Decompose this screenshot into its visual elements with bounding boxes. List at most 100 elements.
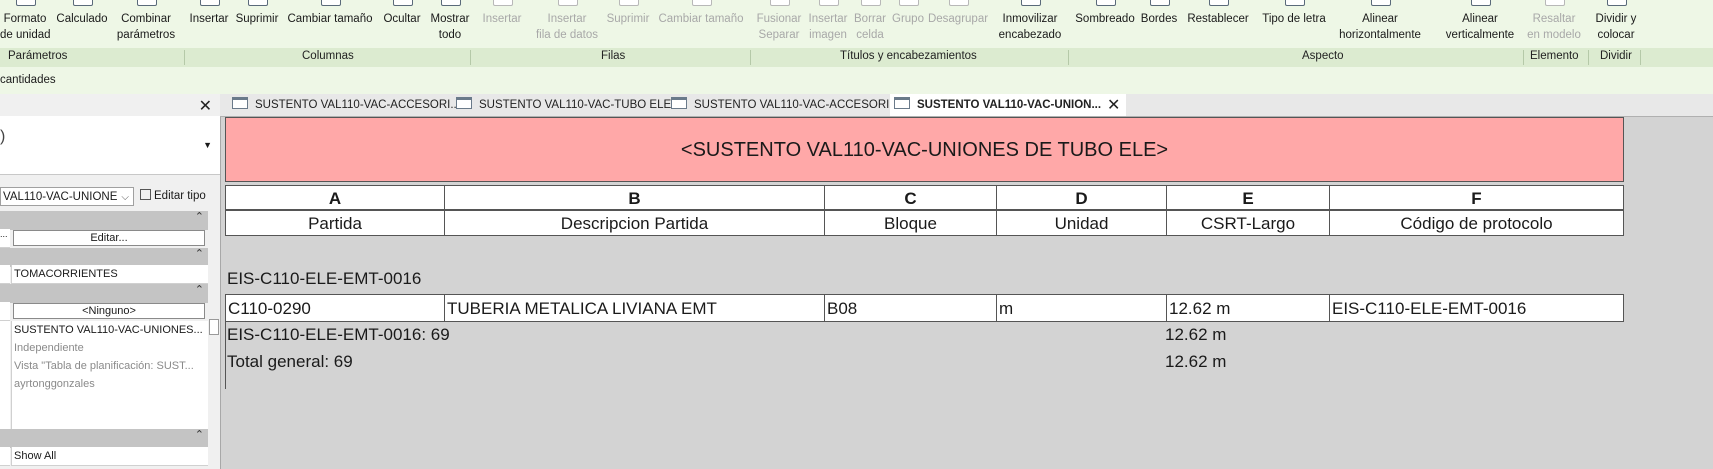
column-letter[interactable]: F (1329, 185, 1624, 210)
ribbon-button[interactable]: Combinar parámetros (108, 0, 184, 48)
ribbon-button[interactable]: Insertar (474, 0, 530, 48)
property-value: ayrtonggonzales (11, 375, 208, 394)
close-icon[interactable]: ✕ (1107, 97, 1120, 114)
ribbon-button[interactable]: Alinear horizontalmente (1330, 0, 1430, 48)
ribbon-button[interactable]: Restablecer (1178, 0, 1258, 48)
column-header[interactable]: Código de protocolo (1329, 210, 1624, 236)
column-header[interactable]: CSRT-Largo (1166, 210, 1330, 236)
tab[interactable]: SUSTENTO VAL110-VAC-TUBO ELE (452, 94, 671, 116)
chevron-down-icon[interactable]: ▼ (203, 140, 212, 150)
ribbon-button[interactable]: Mostrar todo (426, 0, 474, 48)
column-letter[interactable]: A (225, 185, 445, 210)
type-selector-dropdown[interactable]: VAL110-VAC-UNIONE ⌵ (0, 187, 134, 206)
properties-header: ✕ (0, 94, 220, 117)
ribbon-button-icon (137, 0, 157, 6)
grand-total-label: Total general: 69 (227, 352, 353, 371)
properties-panel: ✕ ) ▼ VAL110-VAC-UNIONE ⌵ Editar tipo ⌃.… (0, 94, 221, 469)
panel-label-parametros: Parámetros (8, 50, 68, 62)
property-category[interactable]: ⌃ (0, 284, 208, 303)
cell-descripcion[interactable]: TUBERIA METALICA LIVIANA EMT (444, 294, 825, 322)
ribbon-button-icon (321, 0, 341, 6)
ribbon-button[interactable]: Desagrupar (926, 0, 990, 48)
property-name: ... (0, 229, 10, 248)
properties-scrollbar[interactable] (208, 211, 220, 469)
group-header[interactable]: EIS-C110-ELE-EMT-0016 (227, 269, 421, 289)
ribbon-button[interactable]: Alinear verticalmente (1430, 0, 1530, 48)
ribbon-button[interactable]: Fusionar Separar (752, 0, 806, 48)
collapse-icon[interactable]: ⌃ (195, 210, 204, 223)
ribbon-button[interactable]: Suprimir (232, 0, 282, 48)
property-row: Independiente (0, 339, 208, 358)
ribbon-button[interactable]: Bordes (1140, 0, 1178, 48)
property-row: Show All (0, 447, 208, 466)
property-row: SUSTENTO VAL110-VAC-UNIONES... (0, 321, 208, 340)
column-letter[interactable]: C (824, 185, 997, 210)
tab[interactable]: SUSTENTO VAL110-VAC-ACCESORI... (228, 94, 460, 116)
context-bar: cantidades (0, 67, 1713, 95)
collapse-icon[interactable]: ⌃ (195, 428, 204, 441)
ribbon-button-icon (619, 0, 639, 6)
ribbon-button[interactable]: Insertar (186, 0, 232, 48)
ribbon-button[interactable]: Insertar fila de datos (530, 0, 604, 48)
property-value[interactable] (11, 393, 208, 412)
cell-bloque[interactable]: B08 (824, 294, 997, 322)
ribbon-button-label: Sombreado (1075, 13, 1135, 25)
ribbon-button[interactable]: Sombreado (1070, 0, 1140, 48)
column-header[interactable]: Bloque (824, 210, 997, 236)
column-letter[interactable]: E (1166, 185, 1330, 210)
context-label: cantidades (0, 74, 56, 86)
edit-type-button[interactable]: Editar tipo (140, 189, 206, 202)
column-header[interactable]: Descripcion Partida (444, 210, 825, 236)
ribbon-button[interactable]: Grupo (890, 0, 926, 48)
ribbon-button[interactable]: Cambiar tamaño (652, 0, 750, 48)
ribbon-button-label: todo (438, 29, 462, 41)
ribbon-button[interactable]: Borrar celda (850, 0, 890, 48)
ribbon-button-label: Grupo (892, 13, 924, 25)
schedule-icon (456, 97, 472, 109)
ribbon-button[interactable]: Resaltar en modelo (1520, 0, 1588, 48)
property-value[interactable]: TOMACORRIENTES (11, 265, 208, 284)
column-letter[interactable]: D (996, 185, 1167, 210)
ribbon-button[interactable]: Calculado (56, 0, 108, 48)
property-value[interactable]: SUSTENTO VAL110-VAC-UNIONES... (11, 321, 208, 340)
panel-label-columnas: Columnas (302, 50, 354, 62)
tab-active[interactable]: SUSTENTO VAL110-VAC-UNION... ✕ (890, 94, 1127, 116)
column-letter[interactable]: B (444, 185, 825, 210)
collapse-icon[interactable]: ⌃ (195, 283, 204, 296)
cell-csrt-largo[interactable]: 12.62 m (1166, 294, 1330, 322)
property-value[interactable]: Show All (11, 447, 208, 466)
cell-partida[interactable]: C110-0290 (225, 294, 445, 322)
ribbon-button[interactable]: Tipo de letra (1258, 0, 1330, 48)
cell-codigo-protocolo[interactable]: EIS-C110-ELE-EMT-0016 (1329, 294, 1624, 322)
property-row (0, 411, 208, 430)
property-category[interactable]: ⌃ (0, 429, 208, 448)
ribbon-button[interactable]: Suprimir (604, 0, 652, 48)
ribbon-button[interactable]: Inmovilizar encabezado (992, 0, 1068, 48)
schedule-title[interactable]: <SUSTENTO VAL110-VAC-UNIONES DE TUBO ELE… (225, 117, 1624, 182)
property-name (0, 339, 10, 358)
ribbon-button-label: Insertar (482, 13, 522, 25)
ribbon-button[interactable]: Formato de unidad (0, 0, 51, 48)
column-header[interactable]: Partida (225, 210, 445, 236)
column-header[interactable]: Unidad (996, 210, 1167, 236)
cell-unidad[interactable]: m (996, 294, 1167, 322)
scrollbar-thumb[interactable] (209, 319, 219, 335)
property-button[interactable]: Editar... (13, 230, 205, 246)
ribbon-button[interactable]: Dividir y colocar (1590, 0, 1642, 48)
property-category[interactable]: ⌃ (0, 211, 208, 230)
ribbon-button[interactable]: Ocultar (378, 0, 426, 48)
tab[interactable]: SUSTENTO VAL110-VAC-ACCESORI... (667, 94, 899, 116)
ribbon-button-icon (248, 0, 268, 6)
ribbon-button[interactable]: Insertar imagen (806, 0, 850, 48)
collapse-icon[interactable]: ⌃ (195, 247, 204, 260)
close-icon[interactable]: ✕ (199, 96, 212, 116)
ribbon-button-label: Calculado (56, 13, 108, 25)
ribbon-button-icon (1371, 0, 1391, 6)
ribbon-button-label: Insertar (189, 13, 229, 25)
ribbon-button-icon (73, 0, 93, 6)
type-preview[interactable]: ) ▼ (0, 116, 220, 175)
ribbon-button[interactable]: Cambiar tamaño (282, 0, 378, 48)
property-button[interactable]: <Ninguno> (13, 303, 205, 319)
property-value[interactable] (11, 411, 208, 430)
ribbon-button-label: encabezado (998, 29, 1062, 41)
